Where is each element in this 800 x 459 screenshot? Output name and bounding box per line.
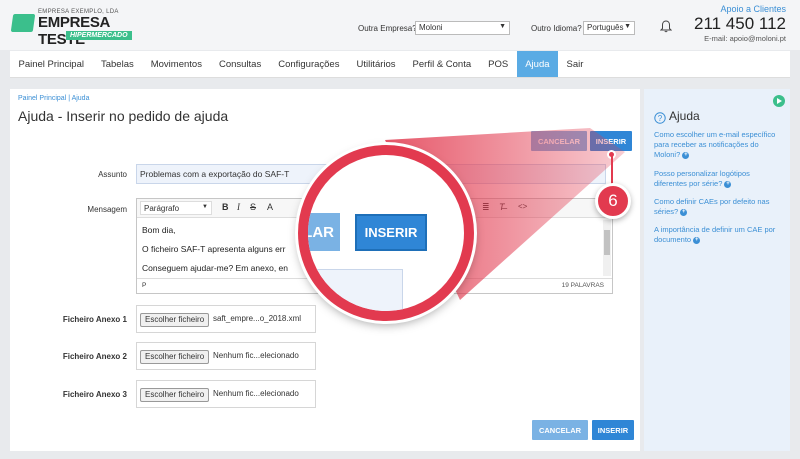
nav-item-consultas[interactable]: Consultas	[210, 51, 269, 77]
attachment-file-2: Nenhum fic...elecionado	[213, 351, 299, 360]
italic-icon[interactable]: I	[237, 202, 240, 212]
bell-icon[interactable]	[660, 20, 672, 33]
support-link[interactable]: Apoio a Clientes	[720, 4, 786, 14]
step-marker-line	[611, 154, 613, 184]
format-value: Parágrafo	[144, 204, 180, 213]
logo-icon	[10, 14, 36, 32]
bold-icon[interactable]: B	[222, 202, 229, 212]
other-company-label: Outra Empresa?	[358, 24, 417, 33]
indent-icon[interactable]: ≣	[482, 202, 490, 213]
main-nav: Painel Principal Tabelas Movimentos Cons…	[10, 51, 790, 78]
sidebar-title: Ajuda	[669, 109, 700, 123]
choose-file-button-2[interactable]: Escolher ficheiro	[140, 350, 210, 364]
company-logo[interactable]: EMPRESA EXEMPLO, LDA EMPRESA TESTE HIPER…	[10, 4, 145, 48]
svg-text:?: ?	[658, 114, 663, 123]
other-language-select[interactable]: Português ▼	[583, 21, 635, 35]
nav-item-ajuda[interactable]: Ajuda	[516, 51, 559, 77]
code-icon[interactable]: <>	[518, 202, 527, 211]
help-sidebar: ? Ajuda Como escolher um e-mail específi…	[644, 89, 790, 451]
other-company-value: Moloni	[419, 23, 443, 32]
plus-icon: +	[693, 236, 701, 244]
play-icon[interactable]	[773, 95, 785, 107]
help-link-3[interactable]: Como definir CAEs por defeito nas séries…	[654, 197, 784, 217]
support-email: E-mail: apoio@moloni.pt	[704, 34, 786, 43]
attachment-file-1: saft_empre...o_2018.xml	[213, 314, 302, 323]
support-phone: 211 450 112	[693, 14, 786, 33]
nav-item-sair[interactable]: Sair	[558, 51, 592, 77]
insert-button-bottom[interactable]: INSERIR	[592, 420, 634, 440]
logo-badge: HIPERMERCADO	[66, 31, 132, 40]
strikethrough-icon[interactable]: S	[250, 202, 256, 212]
cancel-button-bottom[interactable]: CANCELAR	[532, 420, 588, 440]
attachment-label-2: Ficheiro Anexo 2	[62, 352, 127, 361]
attachment-label-3: Ficheiro Anexo 3	[62, 390, 127, 399]
chevron-down-icon: ▼	[624, 23, 631, 30]
cancel-button-top[interactable]: CANCELAR	[531, 131, 587, 151]
zoom-cancel-button: LAR	[308, 213, 340, 251]
choose-file-button-1[interactable]: Escolher ficheiro	[140, 313, 210, 327]
nav-item-pos[interactable]: POS	[480, 51, 517, 77]
help-link-4[interactable]: A importância de definir um CAE por docu…	[654, 225, 784, 245]
format-select[interactable]: Parágrafo ▼	[140, 201, 212, 215]
word-count: 19 PALAVRAS	[561, 282, 604, 289]
subject-label: Assunto	[98, 170, 127, 179]
help-link-2[interactable]: Posso personalizar logótipos diferentes …	[654, 169, 784, 189]
clear-format-icon[interactable]: T̶	[499, 202, 505, 212]
other-company-select[interactable]: Moloni ▼	[415, 21, 510, 35]
scrollbar-thumb[interactable]	[604, 230, 610, 255]
plus-icon: +	[682, 151, 690, 159]
help-link-1[interactable]: Como escolher um e-mail específico para …	[654, 130, 784, 160]
top-header: EMPRESA EXEMPLO, LDA EMPRESA TESTE HIPER…	[0, 0, 800, 50]
zoom-insert-button: INSERIR	[355, 214, 427, 251]
zoom-content: LAR INSERIR	[308, 155, 464, 311]
help-link-4-text: A importância de definir um CAE por docu…	[654, 225, 776, 244]
attachment-file-3: Nenhum fic...elecionado	[213, 389, 299, 398]
insert-button-top[interactable]: INSERIR	[590, 131, 632, 151]
attachment-1: Escolher ficheiro saft_empre...o_2018.xm…	[136, 305, 316, 333]
step-badge: 6	[595, 183, 631, 219]
nav-item-tabelas[interactable]: Tabelas	[92, 51, 142, 77]
choose-file-button-3[interactable]: Escolher ficheiro	[140, 388, 210, 402]
chevron-down-icon: ▼	[499, 23, 506, 30]
message-label: Mensagem	[87, 205, 127, 214]
help-link-1-text: Como escolher um e-mail específico para …	[654, 130, 776, 159]
other-language-label: Outro Idioma?	[531, 24, 582, 33]
nav-item-configuracoes[interactable]: Configurações	[270, 51, 348, 77]
attachment-label-1: Ficheiro Anexo 1	[62, 315, 127, 324]
editor-scrollbar[interactable]	[603, 220, 611, 276]
element-path[interactable]: P	[142, 282, 146, 289]
question-circle-icon: ?	[654, 112, 666, 124]
nav-item-movimentos[interactable]: Movimentos	[142, 51, 210, 77]
help-link-2-text: Posso personalizar logótipos diferentes …	[654, 169, 750, 188]
plus-icon: +	[724, 180, 732, 188]
text-color-icon[interactable]: A	[267, 202, 273, 212]
help-link-3-text: Como definir CAEs por defeito nas séries…	[654, 197, 770, 216]
page-title: Ajuda - Inserir no pedido de ajuda	[18, 108, 229, 124]
plus-icon: +	[680, 208, 688, 216]
breadcrumb[interactable]: Painel Principal | Ajuda	[18, 95, 89, 102]
chevron-down-icon: ▼	[202, 204, 208, 210]
nav-item-perfil-conta[interactable]: Perfil & Conta	[404, 51, 480, 77]
attachment-2: Escolher ficheiro Nenhum fic...elecionad…	[136, 342, 316, 370]
other-language-value: Português	[587, 23, 624, 32]
nav-item-utilitarios[interactable]: Utilitários	[348, 51, 404, 77]
attachment-3: Escolher ficheiro Nenhum fic...elecionad…	[136, 380, 316, 408]
nav-item-painel-principal[interactable]: Painel Principal	[10, 51, 92, 77]
zoom-magnifier: LAR INSERIR	[298, 145, 474, 321]
